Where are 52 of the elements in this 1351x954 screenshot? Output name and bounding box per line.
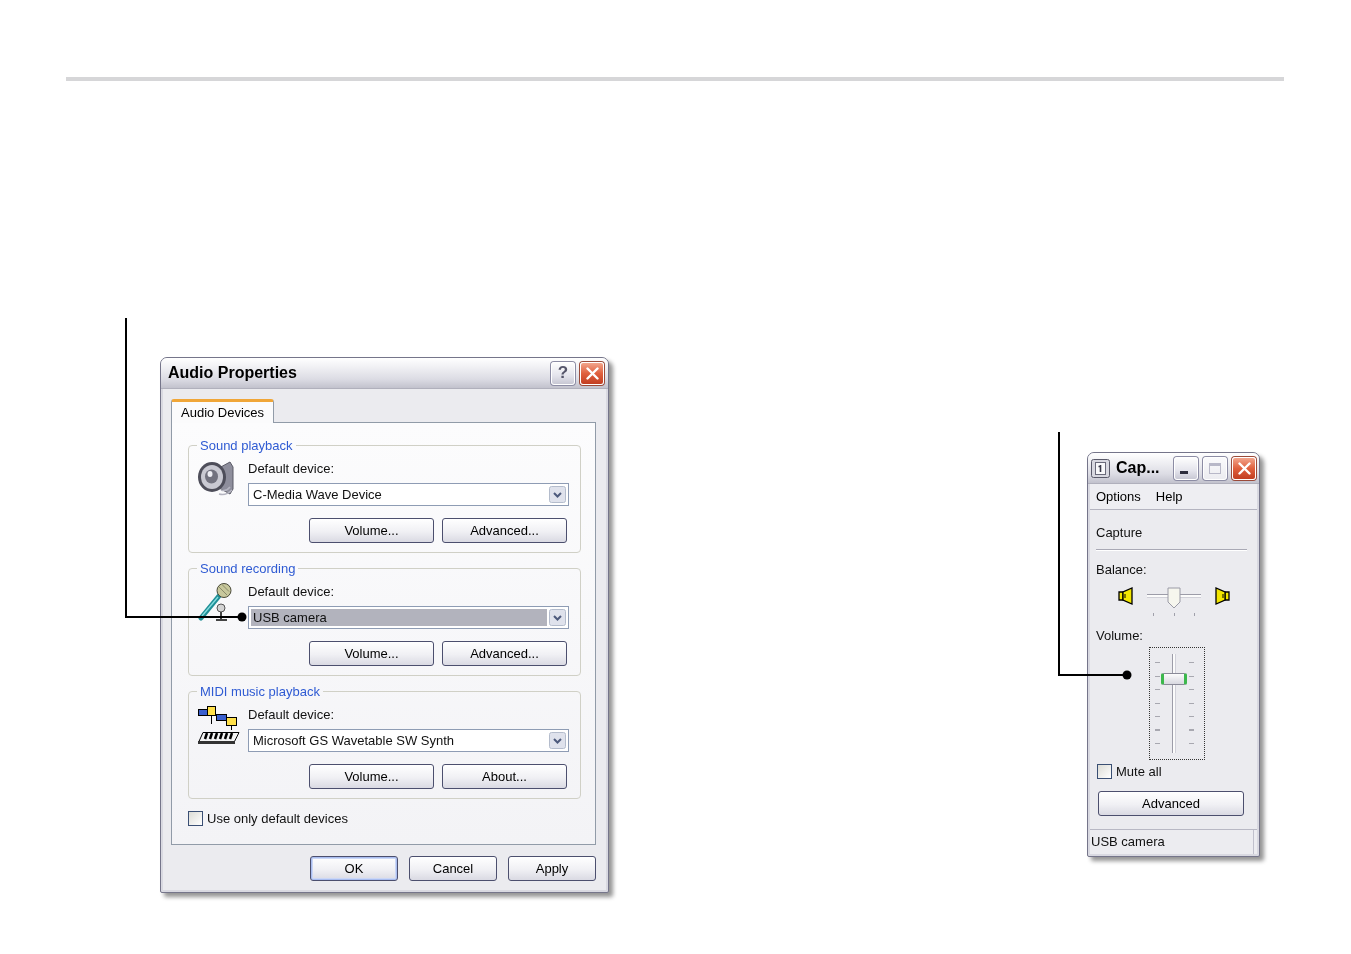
volume-slider[interactable]	[1149, 647, 1205, 760]
device-dropdown[interactable]: USB camera	[248, 606, 569, 629]
help-button[interactable]: ?	[551, 361, 575, 385]
field-label: Default device:	[248, 584, 335, 599]
slider-label: Volume:	[1096, 628, 1143, 643]
tab[interactable]: Audio Devices	[171, 399, 275, 423]
checkbox[interactable]	[1097, 764, 1112, 779]
maximize-icon	[1209, 462, 1221, 474]
microphone-icon	[197, 582, 235, 621]
menu-item[interactable]: Options	[1096, 489, 1141, 504]
device-button[interactable]: About...	[442, 764, 567, 789]
advanced-button[interactable]: Advanced	[1098, 791, 1244, 816]
window-title: Audio Properties	[168, 364, 298, 382]
field-label: Default device:	[248, 461, 335, 476]
checkbox-label[interactable]: Mute all	[1116, 764, 1162, 779]
slider-thumb[interactable]	[1161, 672, 1187, 685]
device-dropdown[interactable]: C-Media Wave Device	[248, 483, 569, 506]
window-title: Cap...	[1116, 459, 1161, 477]
checkbox-label[interactable]: Use only default devices	[207, 811, 348, 826]
app-icon	[1091, 458, 1110, 478]
device-button[interactable]: Advanced...	[442, 641, 567, 666]
close-icon	[1237, 461, 1251, 475]
speaker-icon	[1118, 586, 1134, 606]
minimize-button[interactable]	[1174, 456, 1198, 480]
chevron-down-icon	[549, 732, 566, 749]
close-button[interactable]	[580, 361, 604, 385]
chevron-down-icon	[549, 609, 566, 626]
field-label: Default device:	[248, 707, 335, 722]
speaker-icon	[1214, 586, 1230, 606]
menu-item[interactable]: Help	[1155, 489, 1183, 504]
section-title: Capture	[1096, 525, 1143, 540]
speaker-icon	[197, 459, 235, 496]
dialog-button[interactable]: Apply	[508, 856, 596, 881]
device-button[interactable]: Volume...	[309, 518, 434, 543]
device-dropdown[interactable]: Microsoft GS Wavetable SW Synth	[248, 729, 569, 752]
close-icon	[585, 366, 599, 380]
slider-thumb[interactable]	[1167, 587, 1181, 609]
group-title: Sound playback	[199, 438, 294, 453]
slider-label: Balance:	[1096, 562, 1147, 577]
midi-keyboard-icon	[197, 705, 240, 745]
close-button[interactable]	[1232, 456, 1256, 480]
chevron-down-icon	[549, 486, 566, 503]
group-title: Sound recording	[199, 561, 297, 576]
device-button[interactable]: Advanced...	[442, 518, 567, 543]
dialog-button[interactable]: OK	[310, 856, 398, 881]
checkbox[interactable]	[188, 811, 203, 826]
group-title: MIDI music playback	[199, 684, 321, 699]
device-button[interactable]: Volume...	[309, 764, 434, 789]
status-text: USB camera	[1090, 830, 1254, 854]
device-button[interactable]: Volume...	[309, 641, 434, 666]
minimize-icon	[1179, 471, 1188, 474]
dialog-button[interactable]: Cancel	[409, 856, 497, 881]
